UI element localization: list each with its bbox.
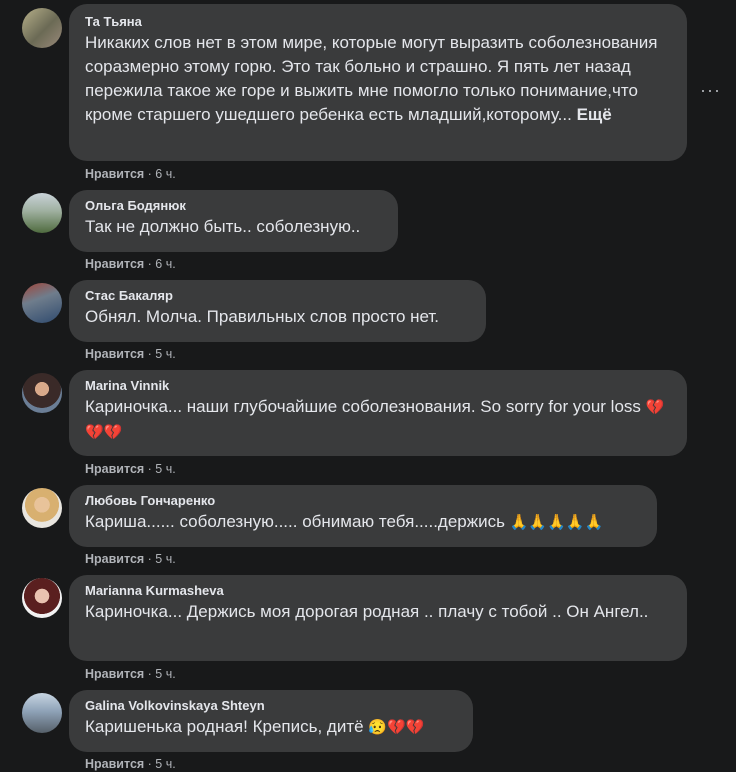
comment-author[interactable]: Ольга Бодянюк [85, 198, 382, 214]
comment-time[interactable]: · 5 ч. [148, 462, 176, 476]
like-button[interactable]: Нравится [85, 257, 144, 271]
comment-meta: Нравится · 6 ч. [85, 256, 176, 272]
comment-author[interactable]: Любовь Гончаренко [85, 493, 641, 509]
comment-text: Кариночка... Держись моя дорогая родная … [85, 602, 649, 621]
comment-text-body: Каришенька родная! Крепись, дитё [85, 717, 364, 736]
comment-bubble: Galina Volkovinskaya Shteyn Каришенька р… [69, 690, 473, 752]
avatar[interactable] [22, 373, 62, 413]
see-more-link[interactable]: Ещё [577, 105, 612, 124]
comment-author[interactable]: Marina Vinnik [85, 378, 671, 394]
comment-bubble: Ольга Бодянюк Так не должно быть.. собол… [69, 190, 398, 252]
comment-meta: Нравится · 5 ч. [85, 346, 176, 362]
like-button[interactable]: Нравится [85, 552, 144, 566]
avatar[interactable] [22, 8, 62, 48]
avatar[interactable] [22, 488, 62, 528]
avatar[interactable] [22, 578, 62, 618]
comment-time[interactable]: · 5 ч. [148, 347, 176, 361]
comment-time[interactable]: · 6 ч. [148, 167, 176, 181]
comment-author[interactable]: Та Тьяна [85, 14, 671, 30]
comment-bubble: Та Тьяна Никаких слов нет в этом мире, к… [69, 4, 687, 161]
avatar[interactable] [22, 693, 62, 733]
like-button[interactable]: Нравится [85, 667, 144, 681]
like-button[interactable]: Нравится [85, 167, 144, 181]
comment-author[interactable]: Marianna Kurmasheva [85, 583, 671, 599]
like-button[interactable]: Нравится [85, 462, 144, 476]
comment-text: Никаких слов нет в этом мире, которые мо… [85, 31, 671, 127]
comment-text-body: Кариночка... наши глубочайшие соболезнов… [85, 397, 641, 416]
comment-text: Каришенька родная! Крепись, дитё 😥💔💔 [85, 715, 457, 740]
comment-bubble: Стас Бакаляр Обнял. Молча. Правильных сл… [69, 280, 486, 342]
comment-author[interactable]: Стас Бакаляр [85, 288, 470, 304]
avatar[interactable] [22, 283, 62, 323]
like-button[interactable]: Нравится [85, 757, 144, 771]
comment-meta: Нравится · 5 ч. [85, 666, 176, 682]
comment-bubble: Marina Vinnik Кариночка... наши глубочай… [69, 370, 687, 456]
comment-meta: Нравится · 5 ч. [85, 461, 176, 477]
comment-meta: Нравится · 5 ч. [85, 756, 176, 772]
more-options-icon[interactable]: ··· [700, 80, 721, 101]
praying-hands-emoji: 🙏🙏🙏🙏🙏 [509, 514, 604, 531]
comment-text: Кариша...... соболезную..... обнимаю теб… [85, 510, 641, 535]
comment-time[interactable]: · 5 ч. [148, 667, 176, 681]
comment-time[interactable]: · 6 ч. [148, 257, 176, 271]
comment-text-body: Никаких слов нет в этом мире, которые мо… [85, 33, 658, 124]
comment-author[interactable]: Galina Volkovinskaya Shteyn [85, 698, 457, 714]
comment-meta: Нравится · 6 ч. [85, 166, 176, 182]
avatar[interactable] [22, 193, 62, 233]
comment-meta: Нравится · 5 ч. [85, 551, 176, 567]
comment-time[interactable]: · 5 ч. [148, 757, 176, 771]
like-button[interactable]: Нравится [85, 347, 144, 361]
sad-broken-heart-emoji: 😥💔💔 [368, 719, 425, 736]
comment-bubble: Marianna Kurmasheva Кариночка... Держись… [69, 575, 687, 661]
comment-text: Кариночка... наши глубочайшие соболезнов… [85, 395, 671, 445]
comment-time[interactable]: · 5 ч. [148, 552, 176, 566]
comment-bubble: Любовь Гончаренко Кариша...... соболезну… [69, 485, 657, 547]
comment-text: Так не должно быть.. соболезную.. [85, 217, 361, 236]
comment-text-body: Кариша...... соболезную..... обнимаю теб… [85, 512, 505, 531]
comment-text: Обнял. Молча. Правильных слов просто нет… [85, 307, 440, 326]
